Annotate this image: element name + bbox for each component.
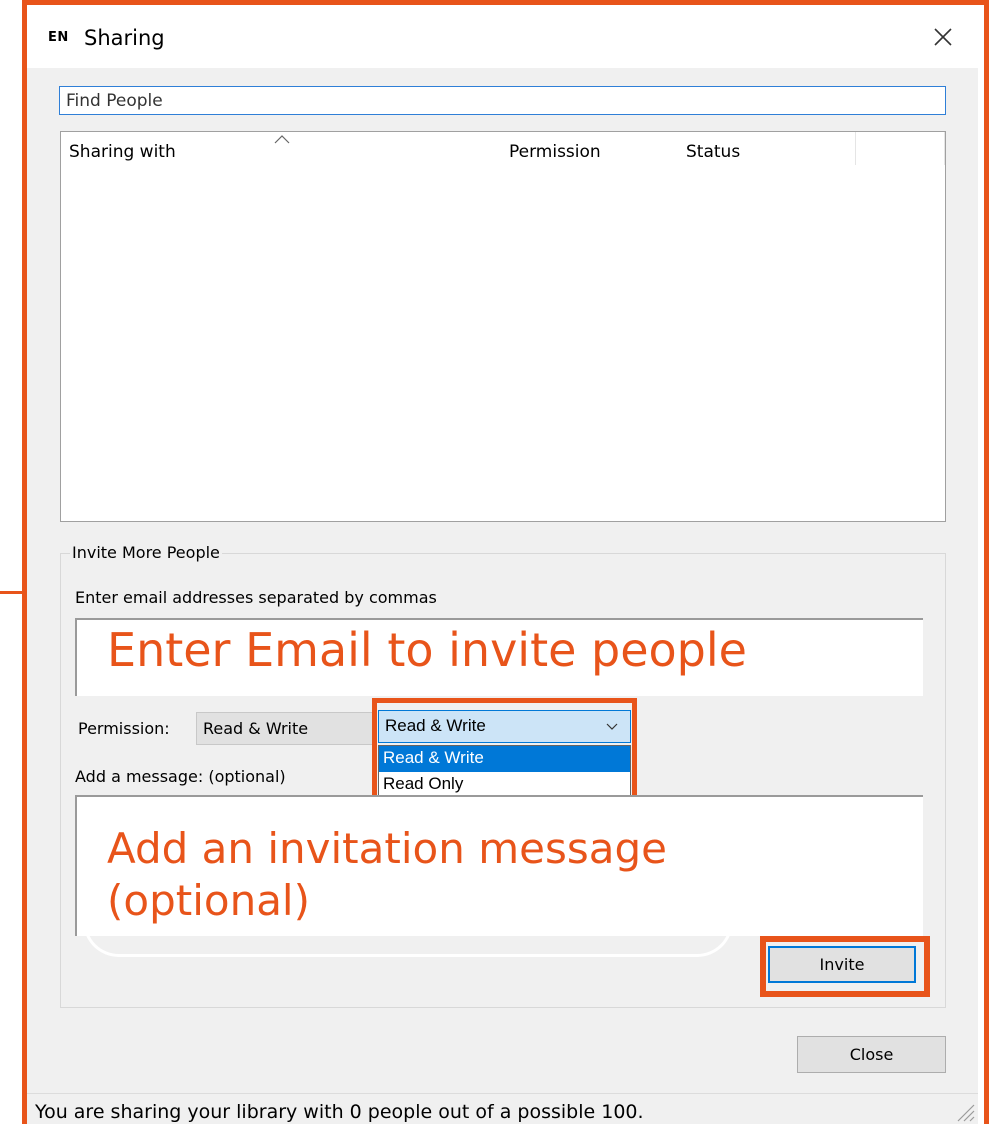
close-button[interactable]: Close [797,1036,946,1073]
sharing-list[interactable]: Sharing with Permission Status [60,131,946,522]
invite-group-title: Invite More People [70,543,222,562]
email-annotation: Enter Email to invite people [107,623,747,677]
close-icon[interactable] [931,25,955,49]
message-annotation-line-1: Add an invitation message [107,824,667,873]
resize-grip-icon[interactable] [952,1099,976,1123]
sharing-dialog: EN Sharing Sharing with Permission Statu… [27,5,978,1124]
invite-button[interactable]: Invite [768,946,916,983]
status-text: You are sharing your library with 0 peop… [35,1101,644,1123]
app-icon: EN [48,30,69,45]
permission-combo-background: Read & Write [196,712,373,745]
permission-annotation-frame [372,698,637,807]
permission-label: Permission: [78,719,170,738]
column-header-extra[interactable] [856,132,945,165]
column-header-status-label: Status [686,142,741,162]
column-header-permission-label: Permission [509,142,601,162]
message-label: Add a message: (optional) [75,767,286,786]
column-header-sharing-with[interactable]: Sharing with [61,132,501,165]
chevron-up-icon [274,135,290,144]
column-header-status[interactable]: Status [678,132,856,165]
title-bar: EN Sharing [27,5,978,68]
email-hint-label: Enter email addresses separated by comma… [75,588,437,607]
message-annotation-line-2: (optional) [107,876,310,925]
find-people-input[interactable] [59,86,946,115]
message-annotation: Add an invitation message (optional) [107,823,667,927]
column-header-sharing-with-label: Sharing with [69,142,176,162]
annotation-callout-line [0,591,24,594]
list-header: Sharing with Permission Status [61,132,945,165]
window-title: Sharing [84,26,165,50]
column-header-permission[interactable]: Permission [501,132,678,165]
